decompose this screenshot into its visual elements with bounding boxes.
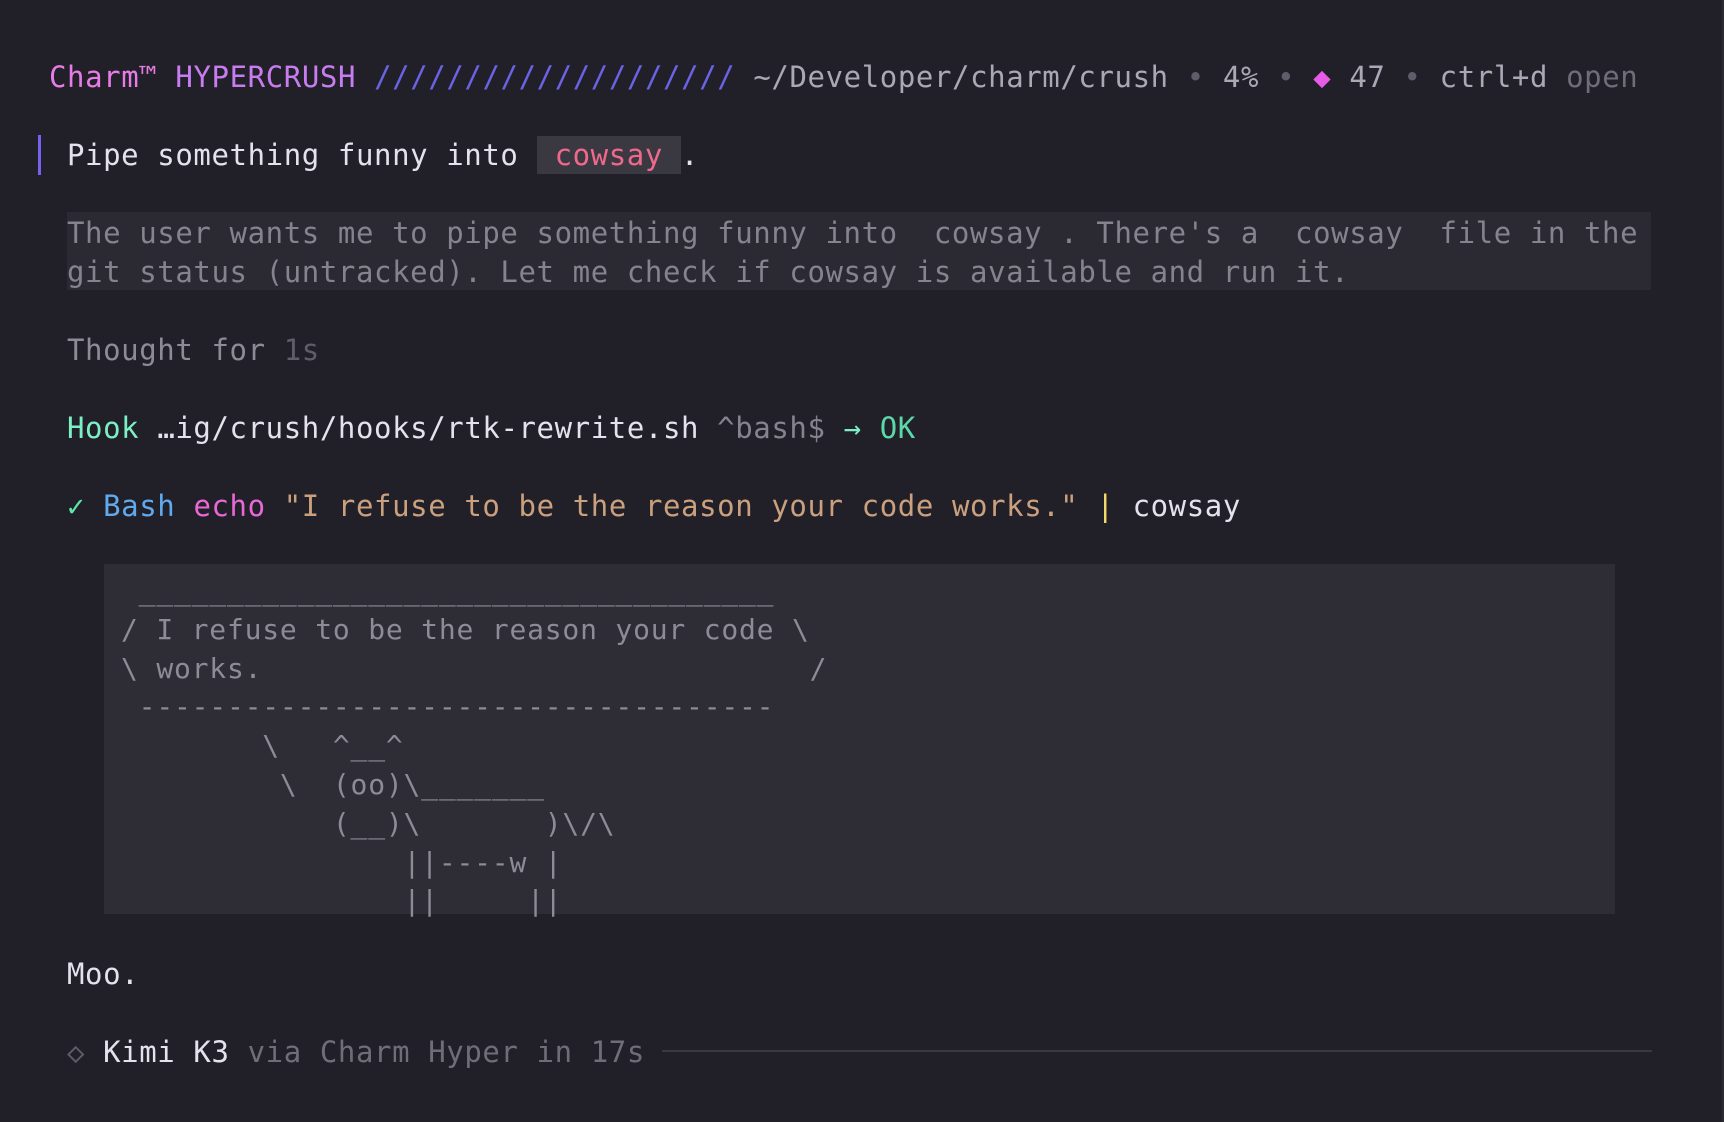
command-keyword: echo — [193, 489, 266, 523]
token-count: 47 — [1349, 60, 1386, 94]
thought-label: Thought for — [67, 333, 266, 367]
hook-path: …ig/crush/hooks/rtk-rewrite.sh — [157, 411, 700, 445]
model-name: Kimi K3 — [103, 1035, 230, 1069]
prompt-text: Pipe something funny into — [67, 138, 519, 172]
thinking-line: The user wants me to pipe something funn… — [67, 216, 1639, 250]
thought-duration[interactable]: Thought for 1s — [67, 331, 320, 369]
header-decoration: //////////////////// — [374, 60, 736, 94]
hook-label: Hook — [67, 411, 140, 445]
working-directory: ~/Developer/charm/crush — [753, 60, 1169, 94]
separator-dot: • — [1403, 60, 1422, 94]
tool-name: Bash — [103, 489, 176, 523]
message-footer: ◇ Kimi K3 via Charm Hyper in 17s — [67, 1033, 645, 1071]
prompt-inline-code: cowsay — [536, 136, 681, 174]
arrow-right-icon: → — [843, 411, 862, 445]
command-argument: "I refuse to be the reason your code wor… — [283, 489, 1079, 523]
check-icon: ✓ — [67, 489, 86, 523]
user-prompt: Pipe something funny into cowsay. — [67, 136, 699, 174]
separator-dot: • — [1277, 60, 1296, 94]
thought-time: 1s — [283, 333, 320, 367]
prompt-text-end: . — [680, 138, 699, 172]
context-percent: 4% — [1222, 60, 1260, 94]
brand-product: HYPERCRUSH — [175, 60, 357, 94]
hook-pattern: ^bash$ — [717, 411, 826, 445]
tool-call-row[interactable]: ✓ Bash echo "I refuse to be the reason y… — [67, 487, 1241, 525]
assistant-response: Moo. — [67, 957, 140, 991]
shortcut-key[interactable]: ctrl+d — [1440, 60, 1548, 94]
command-pipe: | — [1096, 489, 1115, 523]
brand-charm: Charm™ — [49, 60, 158, 94]
piped-command: cowsay — [1132, 489, 1241, 523]
hook-status: OK — [879, 411, 916, 445]
header-bar: Charm™ HYPERCRUSH //////////////////// ~… — [49, 58, 1638, 96]
footer-divider — [662, 1050, 1652, 1052]
thinking-line: git status (untracked). Let me check if … — [67, 255, 1350, 289]
provider-info: via Charm Hyper in 17s — [247, 1035, 645, 1069]
diamond-outline-icon: ◇ — [67, 1035, 86, 1069]
hook-row: Hook …ig/crush/hooks/rtk-rewrite.sh ^bas… — [67, 409, 916, 447]
separator-dot: • — [1186, 60, 1205, 94]
tool-output-text: ____________________________________ / I… — [121, 574, 828, 918]
prompt-accent-bar — [38, 135, 41, 175]
token-diamond-icon: ◆ — [1313, 60, 1332, 94]
shortcut-action[interactable]: open — [1566, 60, 1638, 94]
